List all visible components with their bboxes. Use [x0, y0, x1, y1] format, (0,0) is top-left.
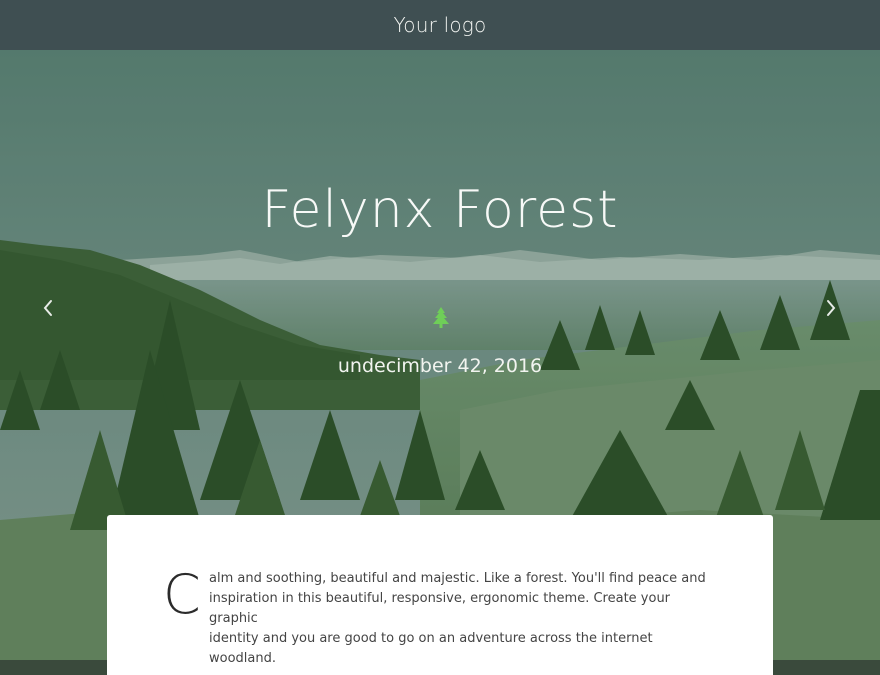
- site-logo[interactable]: Your logo: [394, 15, 487, 35]
- intro-line: identity and you are good to go on an ad…: [209, 631, 653, 666]
- intro-line: alm and soothing, beautiful and majestic…: [209, 571, 706, 586]
- intro-text: alm and soothing, beautiful and majestic…: [209, 569, 709, 669]
- post-date: undecimber 42, 2016: [337, 355, 543, 377]
- tree-icon: [432, 307, 450, 329]
- next-slide-button[interactable]: [813, 290, 849, 326]
- previous-slide-button[interactable]: [30, 290, 66, 326]
- chevron-left-icon: [43, 300, 52, 316]
- chevron-right-icon: [827, 300, 836, 316]
- hero-title: Felynx Forest: [261, 180, 619, 240]
- site-header: Your logo: [0, 0, 880, 50]
- intro-card: C alm and soothing, beautiful and majest…: [107, 515, 773, 675]
- drop-cap: C: [163, 563, 201, 626]
- intro-line: inspiration in this beautiful, responsiv…: [209, 591, 671, 626]
